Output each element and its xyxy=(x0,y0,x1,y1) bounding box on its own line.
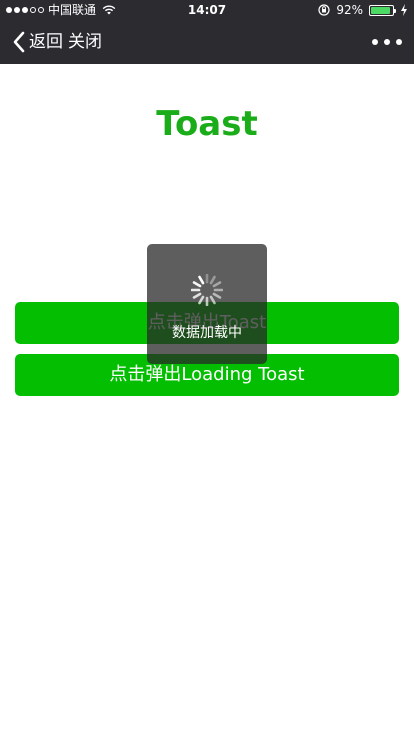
spinner-spoke xyxy=(198,295,205,305)
rotation-lock-icon xyxy=(318,4,330,16)
status-right: 92% xyxy=(318,0,408,20)
spinner-spoke xyxy=(212,292,222,299)
status-bar: 中国联通 14:07 92% xyxy=(0,0,414,20)
spinner-spoke xyxy=(192,281,202,288)
battery-fill xyxy=(371,6,391,14)
spinner-spoke xyxy=(192,292,202,299)
navigation-bar: 返回 关闭 xyxy=(0,20,414,64)
chevron-left-icon xyxy=(13,31,25,53)
back-label: 返回 xyxy=(29,32,63,52)
toast-message: 数据加载中 xyxy=(172,325,242,341)
more-dot xyxy=(396,39,402,45)
battery-icon xyxy=(369,4,396,16)
more-dot xyxy=(372,39,378,45)
more-options-icon[interactable] xyxy=(372,34,402,50)
charging-icon xyxy=(401,4,407,16)
loading-toast: 数据加载中 xyxy=(147,244,267,364)
top-bar: 中国联通 14:07 92% 返回 关闭 xyxy=(0,0,414,64)
spinner-spoke xyxy=(212,281,222,288)
spinner-spoke xyxy=(209,275,216,285)
loading-spinner-icon xyxy=(191,274,223,306)
page-title: Toast xyxy=(156,104,258,144)
battery-percent: 92% xyxy=(336,3,363,17)
back-button[interactable]: 返回 xyxy=(12,30,63,54)
more-dot xyxy=(384,39,390,45)
spinner-spoke xyxy=(209,295,216,305)
close-button[interactable]: 关闭 xyxy=(68,30,102,54)
spinner-spoke xyxy=(198,275,205,285)
